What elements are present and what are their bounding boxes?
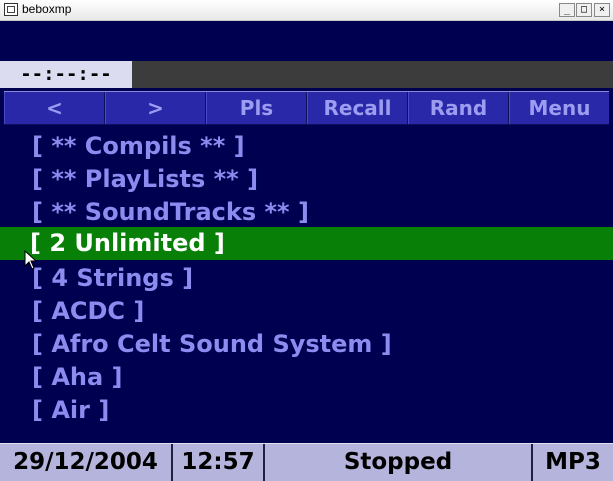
status-date: 29/12/2004 [0,444,173,481]
menu-button[interactable]: Menu [509,92,609,124]
toolbar: < > Pls Recall Rand Menu [4,91,609,125]
title-bar[interactable]: beboxmp _ □ × [0,0,613,21]
list-item[interactable]: [ ACDC ] [0,295,613,328]
next-button[interactable]: > [105,92,206,124]
status-clock: 12:57 [173,444,265,481]
status-bar: 29/12/2004 12:57 Stopped MP3 [0,443,613,481]
random-button[interactable]: Rand [408,92,509,124]
list-item[interactable]: [ ** PlayLists ** ] [0,163,613,196]
list-item[interactable]: [ ** SoundTracks ** ] [0,196,613,229]
list-item[interactable]: [ 4 Strings ] [0,262,613,295]
mouse-pointer-icon [24,250,38,270]
previous-button[interactable]: < [4,92,105,124]
time-display: --:--:-- [0,61,132,88]
status-format: MP3 [545,449,601,475]
close-button[interactable]: × [594,3,610,17]
maximize-button[interactable]: □ [576,3,592,17]
time-strip: --:--:-- [0,61,613,88]
recall-button[interactable]: Recall [307,92,408,124]
window-title: beboxmp [22,2,72,16]
list-item[interactable]: [ Aha ] [0,361,613,394]
playlist-button[interactable]: Pls [206,92,307,124]
list-item[interactable]: [ Air ] [0,394,613,427]
app-window-icon[interactable] [4,3,18,16]
list-item[interactable]: [ ** Compils ** ] [0,130,613,163]
status-playback-state: Stopped [265,444,533,481]
list-item-selected[interactable]: [ 2 Unlimited ] [0,227,613,260]
list-item[interactable]: [ Afro Celt Sound System ] [0,328,613,361]
minimize-button[interactable]: _ [559,3,575,17]
